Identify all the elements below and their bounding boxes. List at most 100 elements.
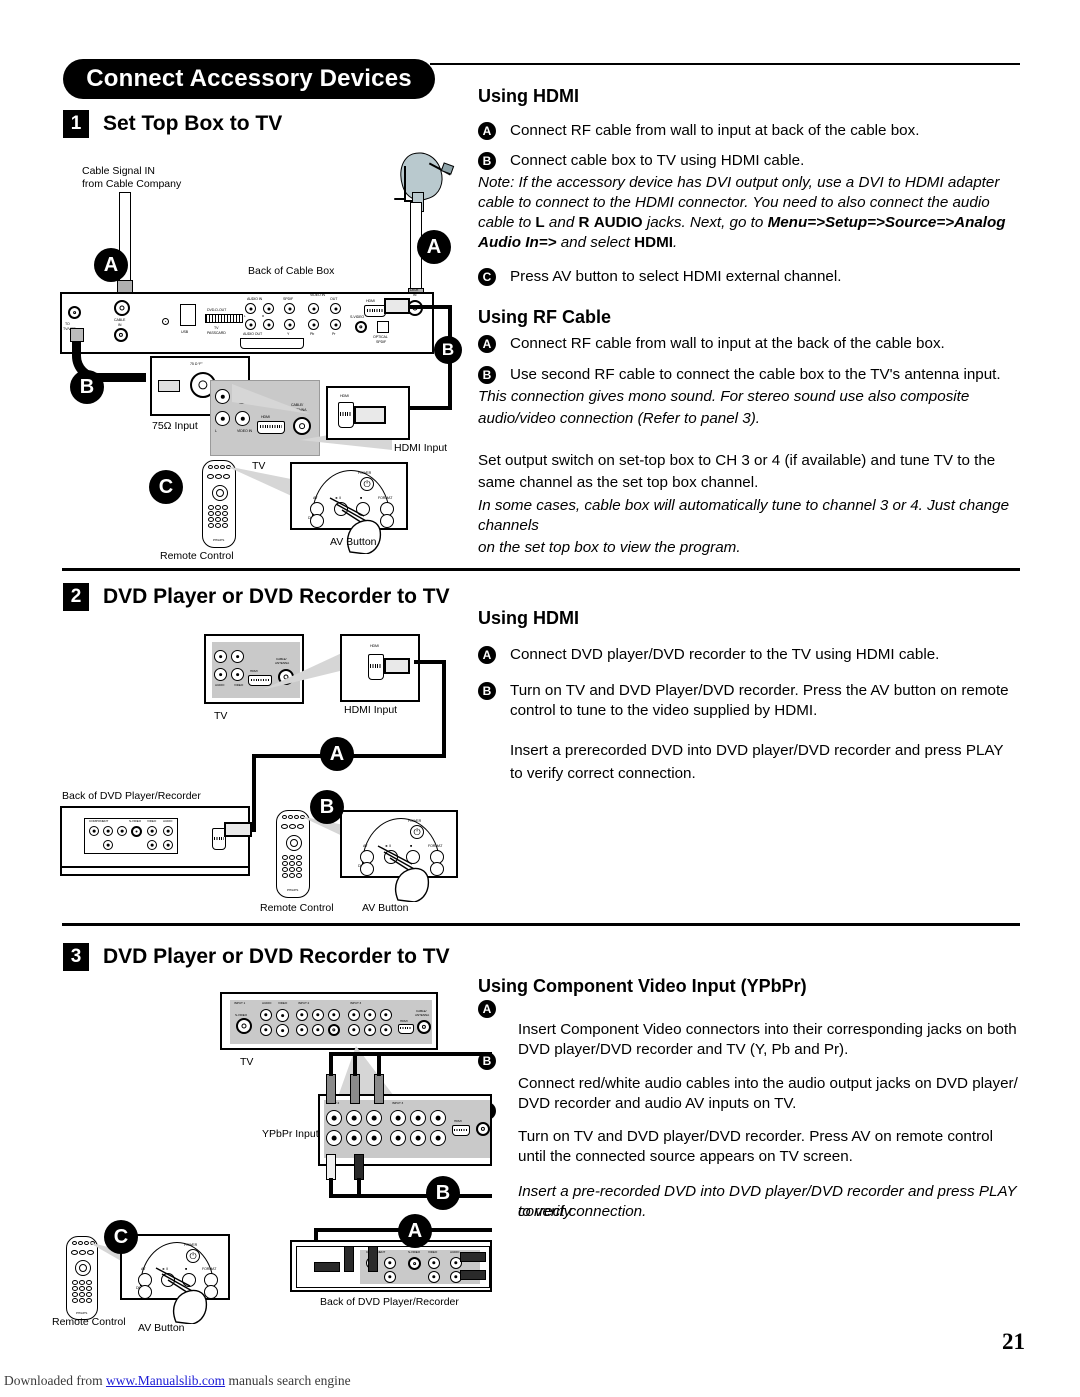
rf-cable-connector [70, 328, 84, 342]
section-1-text: Using HDMI A Connect RF cable from wall … [478, 86, 1023, 560]
tv-jack-3 [215, 411, 230, 426]
s2-para-line2: to verify correct connection. [510, 764, 696, 782]
tv3-input1-label: INPUT 1 [234, 1001, 246, 1005]
s3-step-a-line1: Insert Component Video connectors into t… [518, 1021, 1017, 1038]
bullet-a: A [478, 122, 496, 140]
tv3-in2-extra [328, 1024, 340, 1036]
av-key-av-label-1: AV [313, 496, 318, 500]
dvd3-svideo-port [408, 1257, 421, 1270]
setout-note-line1: In some cases, cable box will automatica… [478, 497, 1010, 535]
tv2-jack-2 [231, 650, 244, 663]
ypbpr-cl-y [326, 1110, 342, 1126]
badge-b-rf: B [70, 370, 104, 404]
label-ypbpr-input: YPbPr Input [262, 1128, 319, 1140]
step-a: A Connect RF cable from wall to input at… [478, 121, 1023, 141]
rf-step-a-text: Connect RF cable from wall to input at t… [510, 335, 945, 353]
dvd2-jack-pb [103, 826, 113, 836]
badge-a-cable: A [94, 248, 128, 282]
s3-badge-b: B [426, 1176, 460, 1210]
dvd3-jack-video2 [428, 1271, 440, 1283]
jack-video-out [330, 303, 341, 314]
port-dish-in-label-1: DISH [410, 288, 419, 292]
dvd3-audio-label: AUDIO [450, 1250, 460, 1254]
tv3-in3-r [364, 1024, 376, 1036]
dvd3-jack-video [428, 1257, 440, 1269]
port-ir [162, 318, 169, 325]
setout-line1: Set output switch on set-top box to CH 3… [478, 451, 996, 469]
jack-audio-out-l [245, 319, 256, 330]
s2-wire-2 [442, 660, 446, 758]
port-usb [180, 304, 196, 326]
s3-step-a-line2: DVD player/DVD recorder and TV (Y, Pb an… [518, 1041, 849, 1058]
av-key-av-label-2: AV [363, 844, 368, 848]
page-number: 21 [1002, 1329, 1025, 1354]
tv-rear-panel-3: INPUT 1 S-VIDEO AUDIO VIDEO INPUT 2 INPU… [230, 1000, 432, 1044]
s2-step-b-text: Turn on TV and DVD Player/DVD recorder. … [510, 682, 1009, 720]
dvd2-jack-pr [117, 826, 127, 836]
av-power-label-3: POWER [184, 1243, 198, 1247]
tv3-audio-label: AUDIO [262, 1001, 272, 1005]
cable-signal-label-1: Cable Signal IN [82, 165, 155, 177]
port-tv-passcard-label-1: TV [214, 326, 219, 330]
tv3-hdmi-port [398, 1024, 414, 1034]
footer-after: manuals search engine [225, 1373, 351, 1388]
callout-hdmi-input-2: HDMI [340, 634, 420, 702]
rf-step-b-text: Use second RF cable to connect the cable… [510, 365, 1001, 383]
ypbpr-cl-r [346, 1130, 362, 1146]
remote3-numeric-keys [72, 1280, 92, 1303]
remote-brand-1: PHILIPS [213, 538, 225, 542]
remote-ok [216, 489, 224, 497]
dvd2-jack-extra [103, 840, 113, 850]
callout-hdmi-input: HDMI [326, 386, 410, 440]
dvd3-video-label: VIDEO [428, 1250, 438, 1254]
label-y: Y [287, 332, 290, 336]
tv3-in3-pb [364, 1009, 376, 1021]
bullet-b: B [478, 152, 496, 171]
port-hdmi-cable-box [364, 305, 386, 317]
jack-spdif [284, 303, 295, 314]
remote-numeric-keys [208, 505, 228, 528]
tv3-input3-label: INPUT 3 [350, 1001, 362, 1005]
callout-hdmi-label: HDMI [340, 394, 349, 398]
audio-wire-bus [329, 1194, 492, 1198]
callout-hdmi-port-2 [368, 654, 384, 680]
step-c-text: Press AV button to select HDMI external … [510, 268, 842, 286]
ypbpr-cl-pr [366, 1110, 382, 1126]
jack-audio-in-r [263, 303, 274, 314]
label-audio-l: L [244, 314, 246, 318]
ypbpr-coax-port [476, 1122, 490, 1136]
footer-before: Downloaded from [4, 1373, 106, 1388]
ypbpr-hdmi-port [452, 1125, 470, 1136]
port-cable-in-label-2: IN [118, 323, 122, 327]
tv3-in3-pr [380, 1009, 392, 1021]
zoom-cone-antenna [232, 384, 310, 414]
tv3-in2-pb [312, 1009, 324, 1021]
av-power-label-1: POWER [358, 471, 372, 475]
diagram-set-top-box: A Cable Signal IN from Cable Company A B… [60, 140, 462, 562]
cable-signal-label-2: from Cable Company [82, 178, 182, 190]
step-b-text: Connect cable box to TV using HDMI cable… [510, 152, 805, 170]
tv3-svideo [236, 1018, 252, 1034]
port-cable-in-label-1: CABLE [114, 318, 126, 322]
label-remote-control-1: Remote Control [160, 550, 234, 562]
label-remote-control-3: Remote Control [52, 1316, 126, 1328]
port-dvd-d-out-label: DVD-D-OUT [207, 308, 227, 312]
s2-step-a: A Connect DVD player/DVD recorder to the… [478, 645, 1023, 665]
section-divider-2 [62, 923, 1020, 926]
zoom-cone-av-1 [226, 466, 296, 498]
label-av-button-2: AV Button [362, 902, 409, 914]
av-key-av-label-3: AV [141, 1267, 146, 1271]
tv3-video-label: VIDEO [278, 1001, 288, 1005]
step-a-text: Connect RF cable from wall to input at b… [510, 122, 920, 139]
s3-step-c-line1: Turn on TV and DVD player/DVD recorder. … [518, 1128, 993, 1145]
hdmi-wire-seg1 [408, 305, 452, 309]
label-audio-r: R [262, 314, 265, 318]
port-to-tv-vcr [68, 306, 81, 319]
label-remote-control-2: Remote Control [260, 902, 334, 914]
footer-link[interactable]: www.Manualslib.com [106, 1373, 225, 1388]
port-usb-label: USB [181, 330, 189, 334]
tv3-in2-l [296, 1024, 308, 1036]
hand-pointer-icon-2 [377, 845, 430, 902]
label-hdmi-input-2: HDMI Input [344, 704, 398, 716]
audio-plug-white [326, 1154, 336, 1180]
